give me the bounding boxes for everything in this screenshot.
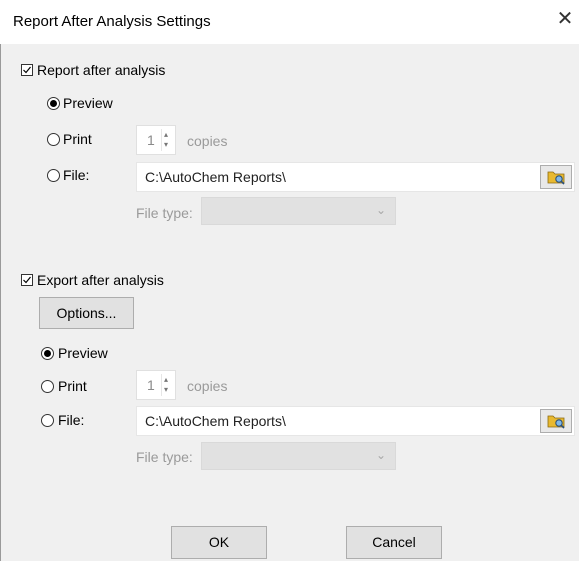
options-button[interactable]: Options...: [39, 297, 134, 329]
export-print-label[interactable]: Print: [58, 378, 87, 394]
radio-selected-dot: [50, 100, 57, 107]
options-button-label: Options...: [56, 305, 117, 321]
chevron-down-icon: ⌄: [375, 448, 386, 462]
export-file-path-field[interactable]: C:\AutoChem Reports\: [136, 406, 575, 436]
spin-down-icon[interactable]: ▾: [164, 141, 168, 149]
report-file-path-field[interactable]: C:\AutoChem Reports\: [136, 162, 575, 192]
export-preview-label[interactable]: Preview: [58, 345, 108, 361]
title-bar: Report After Analysis Settings ✕: [0, 0, 579, 44]
export-file-type-label: File type:: [136, 449, 193, 465]
export-after-analysis-checkbox[interactable]: [21, 274, 33, 286]
export-copies-label: copies: [187, 378, 228, 394]
report-print-radio[interactable]: [47, 133, 60, 146]
chevron-down-icon: ⌄: [375, 203, 386, 217]
report-file-path-value: C:\AutoChem Reports\: [145, 169, 286, 185]
report-file-radio[interactable]: [47, 169, 60, 182]
export-file-label[interactable]: File:: [58, 412, 84, 428]
cancel-button-label: Cancel: [372, 534, 416, 550]
report-preview-radio[interactable]: [47, 97, 60, 110]
radio-selected-dot: [44, 350, 51, 357]
report-file-type-label: File type:: [136, 205, 193, 221]
export-file-path-value: C:\AutoChem Reports\: [145, 413, 286, 429]
checkmark-icon: [23, 66, 31, 74]
export-file-radio[interactable]: [41, 414, 54, 427]
folder-search-icon: [547, 415, 565, 429]
report-copies-spinner[interactable]: 1 ▴ ▾: [136, 125, 176, 155]
report-preview-label[interactable]: Preview: [63, 95, 113, 111]
spin-up-icon[interactable]: ▴: [164, 131, 168, 139]
export-file-type-dropdown[interactable]: ⌄: [201, 442, 396, 470]
report-file-type-dropdown[interactable]: ⌄: [201, 197, 396, 225]
window-title: Report After Analysis Settings: [13, 13, 211, 30]
report-file-label[interactable]: File:: [63, 167, 89, 183]
report-after-analysis-checkbox[interactable]: [21, 64, 33, 76]
report-browse-button[interactable]: [540, 165, 572, 189]
report-after-analysis-label[interactable]: Report after analysis: [37, 62, 165, 78]
export-preview-radio[interactable]: [41, 347, 54, 360]
report-print-label[interactable]: Print: [63, 131, 92, 147]
window-border: [0, 44, 1, 561]
spin-down-icon[interactable]: ▾: [164, 386, 168, 394]
ok-button-label: OK: [208, 534, 230, 550]
export-copies-value: 1: [147, 377, 155, 393]
ok-button[interactable]: OK: [171, 526, 267, 559]
cancel-button[interactable]: Cancel: [346, 526, 442, 559]
report-copies-value: 1: [147, 132, 155, 148]
report-copies-label: copies: [187, 133, 228, 149]
close-icon[interactable]: ✕: [555, 9, 575, 29]
export-browse-button[interactable]: [540, 409, 572, 433]
export-after-analysis-label[interactable]: Export after analysis: [37, 272, 164, 288]
folder-search-icon: [547, 171, 565, 185]
export-copies-spinner[interactable]: 1 ▴ ▾: [136, 370, 176, 400]
checkmark-icon: [23, 276, 31, 284]
spin-up-icon[interactable]: ▴: [164, 376, 168, 384]
export-print-radio[interactable]: [41, 380, 54, 393]
